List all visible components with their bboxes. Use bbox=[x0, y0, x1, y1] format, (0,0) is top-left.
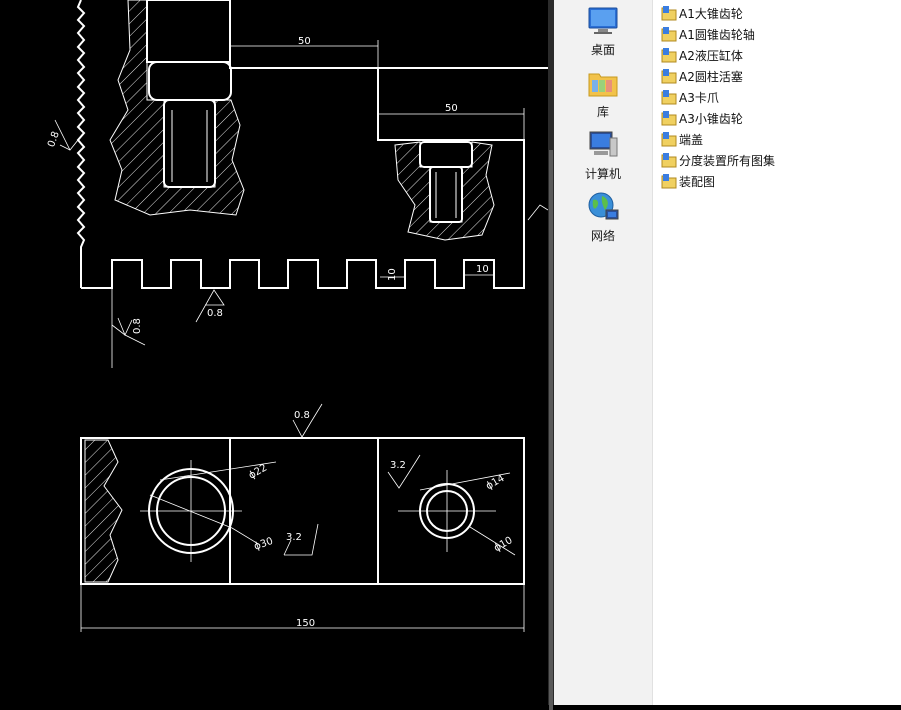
autocad-drawing-icon bbox=[661, 153, 677, 168]
dim-dia30: ϕ30 bbox=[253, 536, 275, 553]
dim-50-mid: 50 bbox=[445, 103, 458, 114]
nav-item-label: 库 bbox=[596, 105, 609, 119]
cad-drawing: 50 50 10 10 150 ϕ22 ϕ30 ϕ14 ϕ10 0.8 0.8 … bbox=[46, 0, 548, 632]
dim-50-top: 50 bbox=[298, 36, 311, 47]
file-item-label: A2圆柱活塞 bbox=[679, 69, 743, 84]
library-icon bbox=[588, 73, 618, 97]
plan-hatch bbox=[84, 439, 123, 583]
cad-drawing-viewport[interactable]: 50 50 10 10 150 ϕ22 ϕ30 ϕ14 ϕ10 0.8 0.8 … bbox=[0, 0, 548, 705]
file-item-label: 端盖 bbox=[679, 132, 704, 147]
autocad-drawing-icon bbox=[661, 6, 677, 21]
nav-item-label: 网络 bbox=[590, 229, 615, 243]
file-item[interactable]: 装配图 bbox=[661, 171, 715, 191]
file-item-label: A3小锥齿轮 bbox=[679, 111, 743, 126]
left-serrated-edge bbox=[76, 0, 86, 288]
roughness-mid: 3.2 bbox=[286, 532, 302, 543]
roughness-bottom: 0.8 bbox=[207, 308, 223, 319]
dim-dia22: ϕ22 bbox=[247, 462, 269, 481]
bolt-shank-left bbox=[146, 0, 231, 63]
nav-item-label: 桌面 bbox=[590, 43, 615, 57]
roughness-right: 3.2 bbox=[390, 460, 406, 471]
file-item[interactable]: A1大锥齿轮 bbox=[661, 3, 743, 23]
roughness-left: 0.8 bbox=[46, 130, 62, 149]
file-item[interactable]: A3卡爪 bbox=[661, 87, 719, 107]
file-item[interactable]: A2液压缸体 bbox=[661, 45, 743, 65]
file-list: A1大锥齿轮 A1圆锥齿轮轴 A2液压缸体 A2圆柱活塞 A3卡爪 A3小锥齿轮… bbox=[653, 0, 901, 705]
nav-item-computer[interactable]: 计算机 bbox=[554, 126, 652, 181]
section-hatch-right bbox=[394, 141, 495, 241]
file-item-label: A1大锥齿轮 bbox=[679, 6, 743, 21]
file-item[interactable]: A1圆锥齿轮轴 bbox=[661, 24, 755, 44]
file-item-label: A3卡爪 bbox=[679, 90, 719, 105]
dim-10-side: 10 bbox=[387, 268, 398, 281]
dim-10-tooth: 10 bbox=[476, 264, 489, 275]
nav-item-desktop[interactable]: 桌面 bbox=[554, 2, 652, 57]
navigation-pane: 桌面 库 计算机 网络 bbox=[554, 0, 653, 705]
section-hatch-left bbox=[109, 0, 245, 216]
file-item[interactable]: 分度装置所有图集 bbox=[661, 150, 775, 170]
file-item-label: A2液压缸体 bbox=[679, 48, 743, 63]
file-item-label: A1圆锥齿轮轴 bbox=[679, 27, 755, 42]
autocad-drawing-icon bbox=[661, 48, 677, 63]
dim-dia14: ϕ14 bbox=[484, 473, 506, 492]
file-item[interactable]: 端盖 bbox=[661, 129, 703, 149]
bolt-thread-right bbox=[429, 166, 463, 223]
autocad-drawing-icon bbox=[661, 27, 677, 42]
file-item[interactable]: A2圆柱活塞 bbox=[661, 66, 743, 86]
desktop-icon bbox=[588, 7, 618, 34]
dim-150: 150 bbox=[296, 618, 315, 629]
file-item-label: 分度装置所有图集 bbox=[679, 153, 776, 168]
computer-icon bbox=[589, 131, 618, 157]
bolt-head-right bbox=[419, 141, 473, 168]
autocad-drawing-icon bbox=[661, 132, 677, 147]
nav-item-label: 计算机 bbox=[584, 167, 621, 181]
file-item-label: 装配图 bbox=[679, 174, 716, 189]
file-item[interactable]: A3小锥齿轮 bbox=[661, 108, 743, 128]
network-icon bbox=[588, 192, 619, 220]
nav-item-network[interactable]: 网络 bbox=[554, 188, 652, 243]
nav-item-library[interactable]: 库 bbox=[554, 64, 652, 119]
autocad-drawing-icon bbox=[661, 174, 677, 189]
dim-dia10: ϕ10 bbox=[492, 535, 514, 554]
autocad-drawing-icon bbox=[661, 69, 677, 84]
roughness-plan: 0.8 bbox=[294, 410, 310, 421]
autocad-drawing-icon bbox=[661, 90, 677, 105]
roughness-side: 0.8 bbox=[132, 318, 143, 334]
bolt-head-left bbox=[148, 61, 232, 101]
scrollbar-thumb[interactable] bbox=[549, 150, 553, 710]
autocad-drawing-icon bbox=[661, 111, 677, 126]
